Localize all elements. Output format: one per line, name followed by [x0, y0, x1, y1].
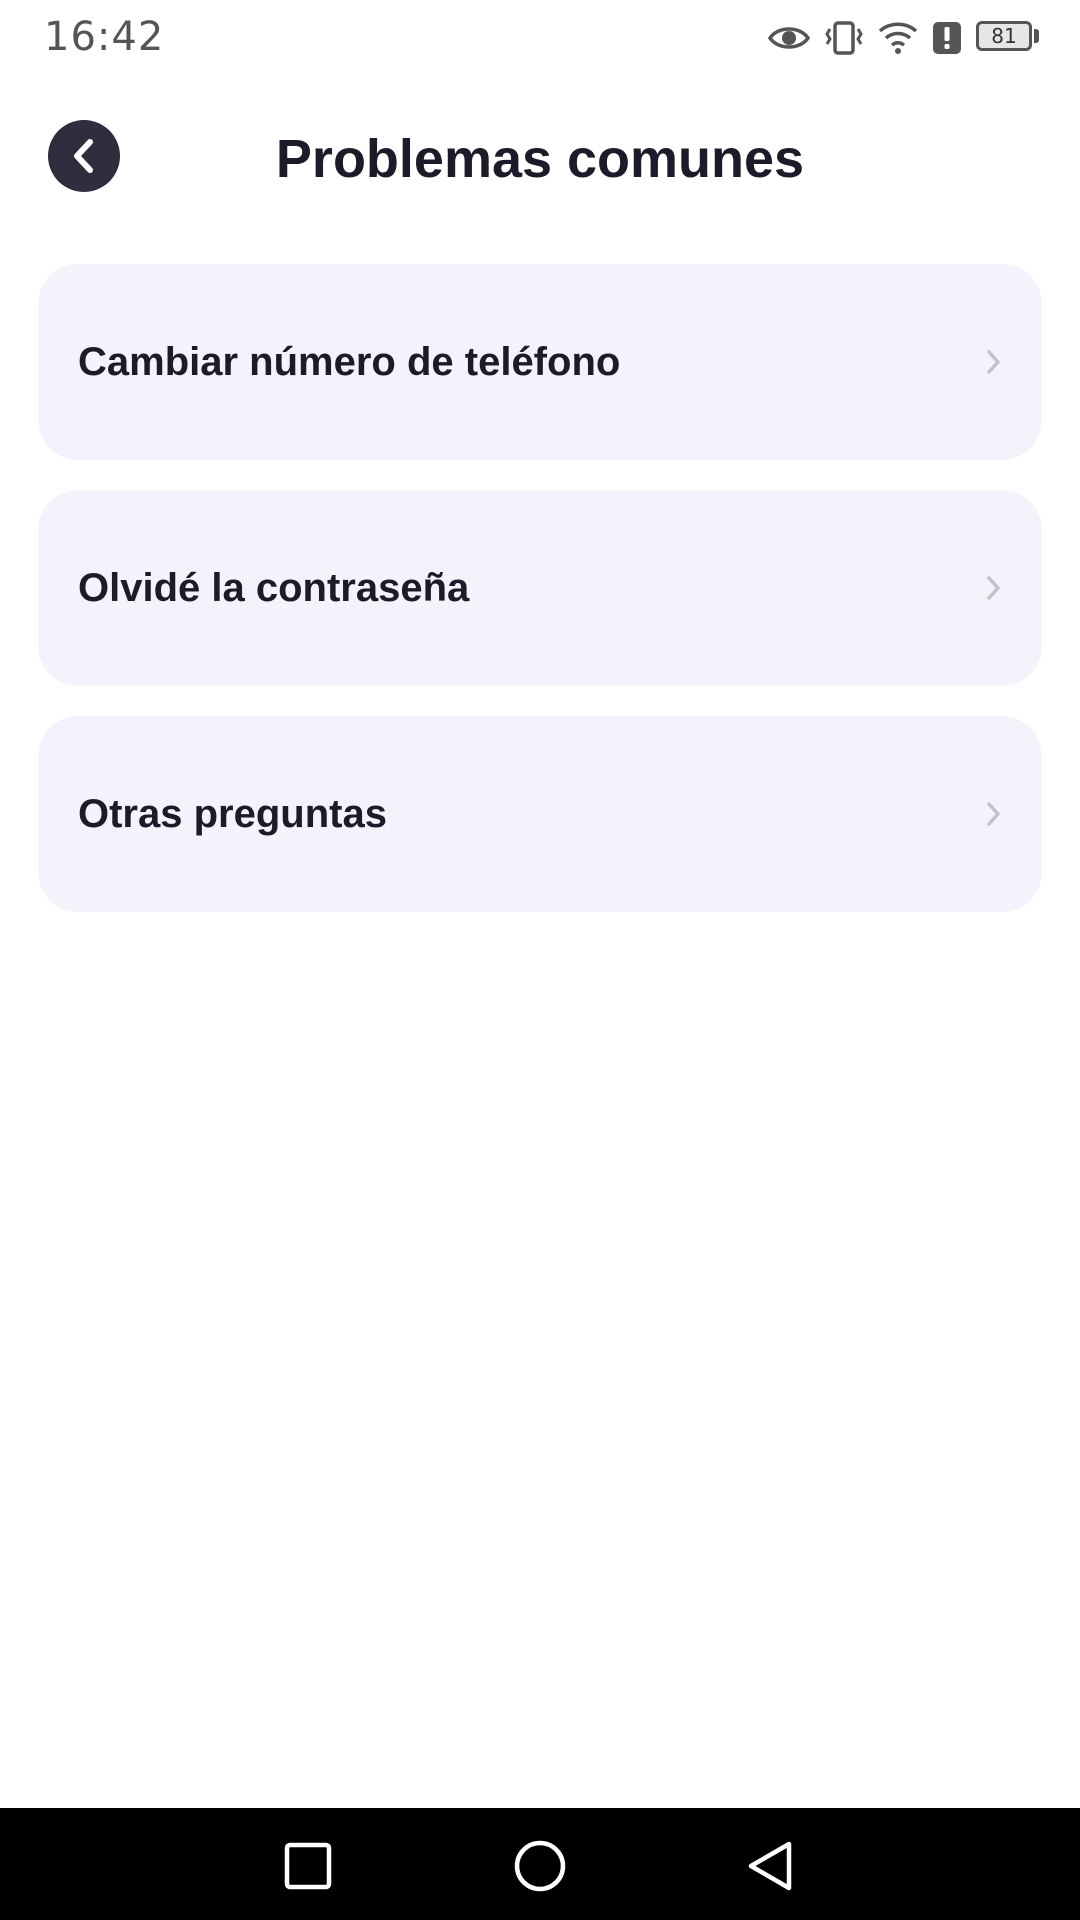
- navigation-bar: [0, 1808, 1080, 1920]
- chevron-right-icon: [987, 802, 1000, 826]
- menu-item-forgot-password[interactable]: Olvidé la contraseña: [38, 490, 1042, 686]
- home-circle-icon: [514, 1840, 566, 1892]
- chevron-right-icon: [987, 350, 1000, 374]
- system-back-button[interactable]: [740, 1836, 800, 1896]
- menu-item-label: Otras preguntas: [78, 791, 387, 836]
- back-triangle-icon: [748, 1841, 792, 1891]
- menu-item-label: Olvidé la contraseña: [78, 565, 470, 610]
- menu-list: Cambiar número de teléfono Olvidé la con…: [38, 264, 1042, 942]
- wifi-icon: [878, 21, 918, 55]
- status-icons: 81: [768, 16, 1040, 60]
- page-title: Problemas comunes: [275, 129, 805, 189]
- recents-square-icon: [284, 1842, 332, 1890]
- recents-button[interactable]: [278, 1836, 338, 1896]
- battery-level: 81: [976, 21, 1032, 51]
- battery-icon: 81: [976, 21, 1040, 55]
- menu-item-change-phone[interactable]: Cambiar número de teléfono: [38, 264, 1042, 460]
- status-time: 16:42: [44, 14, 165, 60]
- eye-icon: [768, 23, 810, 53]
- chevron-right-icon: [987, 576, 1000, 600]
- menu-item-other-questions[interactable]: Otras preguntas: [38, 716, 1042, 912]
- status-bar: 16:42 81: [0, 0, 1080, 80]
- menu-item-label: Cambiar número de teléfono: [78, 339, 621, 384]
- alert-icon: [932, 21, 962, 55]
- vibrate-icon: [824, 21, 864, 55]
- home-button[interactable]: [510, 1836, 570, 1896]
